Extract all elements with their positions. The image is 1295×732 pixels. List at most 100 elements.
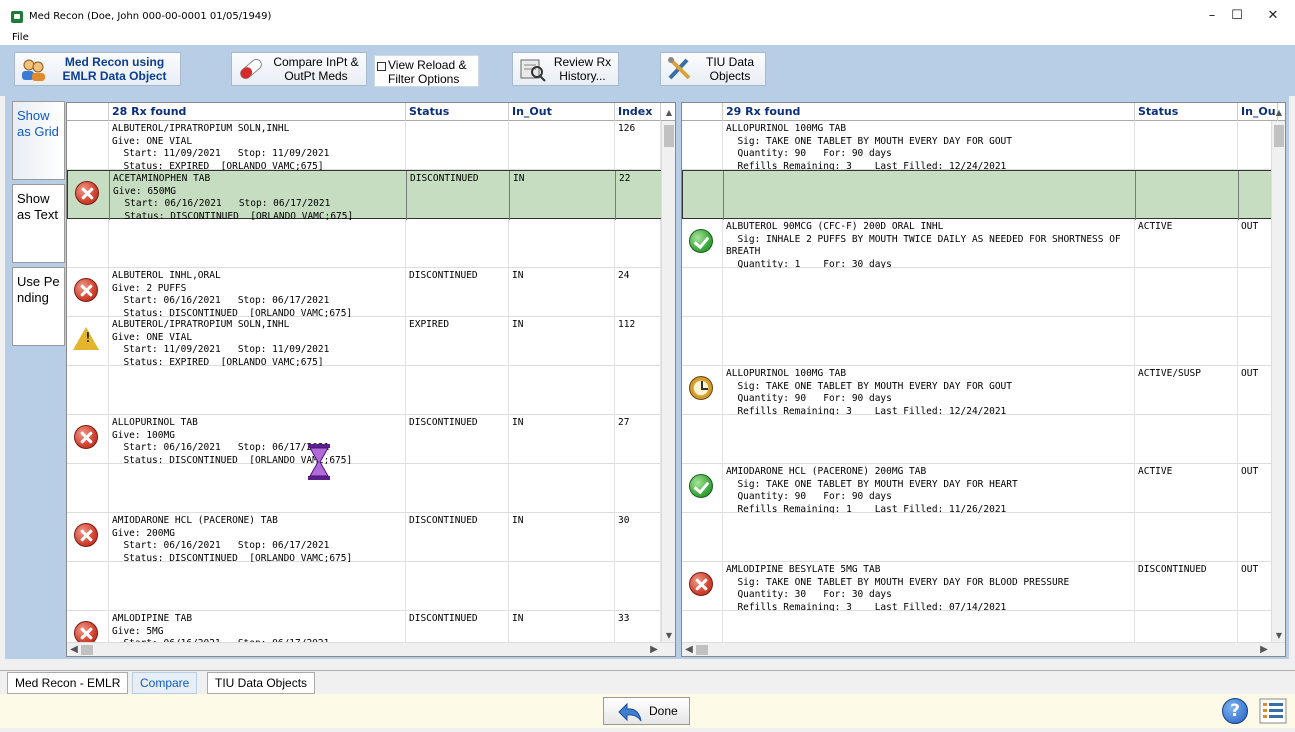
users-icon bbox=[19, 56, 49, 82]
status-cell bbox=[1135, 513, 1238, 562]
index-cell bbox=[615, 366, 661, 415]
status-cell: DISCONTINUED bbox=[1135, 562, 1238, 611]
horizontal-scrollbar[interactable]: ◀ ▶ bbox=[682, 642, 1285, 656]
status-header[interactable]: Status bbox=[1135, 103, 1238, 121]
rx-count-header[interactable]: 28 Rx found bbox=[109, 103, 406, 121]
index-cell: 22 bbox=[616, 171, 662, 220]
tab-use-pending[interactable]: Use Pending bbox=[12, 267, 65, 346]
icon-cell bbox=[67, 268, 109, 317]
bottom-tab-bar: Med Recon - EMLR Compare TIU Data Object… bbox=[0, 670, 1295, 694]
index-cell: 27 bbox=[615, 415, 661, 464]
icon-cell bbox=[67, 513, 109, 562]
menu-file[interactable]: File bbox=[12, 32, 29, 43]
tiu-data-objects-button[interactable]: TIU Data Objects bbox=[660, 52, 766, 86]
table-row[interactable]: ALBUTEROL/IPRATROPIUM SOLN,INHL Give: ON… bbox=[67, 121, 675, 170]
med-description-cell: AMIODARONE HCL (PACERONE) 200MG TAB Sig:… bbox=[723, 464, 1135, 513]
in-out-cell: IN bbox=[509, 317, 615, 366]
tab-tiu-data-objects[interactable]: TIU Data Objects bbox=[207, 672, 316, 694]
discontinued-icon bbox=[689, 572, 713, 596]
done-button[interactable]: Done bbox=[603, 697, 690, 725]
status-cell bbox=[406, 562, 509, 611]
index-cell bbox=[615, 219, 661, 268]
table-row[interactable]: ALLOPURINOL TAB Give: 100MG Start: 06/16… bbox=[67, 415, 675, 464]
status-cell bbox=[406, 464, 509, 513]
in-out-header[interactable]: In_Out bbox=[509, 103, 615, 121]
in-out-cell bbox=[509, 562, 615, 611]
menu-bar: File bbox=[0, 32, 1295, 45]
table-row[interactable]: ALBUTEROL/IPRATROPIUM SOLN,INHL Give: ON… bbox=[67, 317, 675, 366]
med-description-cell bbox=[723, 268, 1135, 317]
title-bar: Med Recon (Doe, John 000-00-0001 01/05/1… bbox=[0, 0, 1295, 32]
tab-compare[interactable]: Compare bbox=[132, 672, 198, 694]
undo-arrow-icon bbox=[617, 702, 643, 722]
icon-cell bbox=[67, 317, 109, 366]
table-row[interactable] bbox=[682, 415, 1285, 464]
status-cell bbox=[1135, 317, 1238, 366]
med-description-cell: AMIODARONE HCL (PACERONE) TAB Give: 200M… bbox=[109, 513, 406, 562]
view-reload-checkbox[interactable]: View Reload & Filter Options bbox=[374, 55, 479, 87]
status-header[interactable]: Status bbox=[406, 103, 509, 121]
maximize-button[interactable]: ☐ bbox=[1222, 6, 1252, 26]
med-recon-button[interactable]: Med Recon using EMLR Data Object bbox=[14, 52, 181, 86]
icon-cell bbox=[682, 121, 723, 170]
outpatient-meds-grid: 29 Rx found Status In_Ou ALLOPURINOL 100… bbox=[681, 102, 1286, 657]
tools-icon bbox=[665, 56, 695, 82]
table-row[interactable] bbox=[67, 366, 675, 415]
table-row[interactable] bbox=[682, 268, 1285, 317]
table-row[interactable] bbox=[67, 562, 675, 611]
table-row[interactable]: AMIODARONE HCL (PACERONE) 200MG TAB Sig:… bbox=[682, 464, 1285, 513]
table-row[interactable] bbox=[682, 170, 1285, 220]
in-out-cell bbox=[509, 219, 615, 268]
rx-count-header[interactable]: 29 Rx found bbox=[723, 103, 1135, 121]
review-rx-label: Review Rx History... bbox=[553, 55, 612, 83]
table-row[interactable]: ALLOPURINOL 100MG TAB Sig: TAKE ONE TABL… bbox=[682, 366, 1285, 415]
table-row[interactable]: ALLOPURINOL 100MG TAB Sig: TAKE ONE TABL… bbox=[682, 121, 1285, 170]
vertical-scrollbar[interactable]: ▲ ▼ bbox=[661, 108, 675, 642]
table-row[interactable]: ACETAMINOPHEN TAB Give: 650MG Start: 06/… bbox=[67, 170, 675, 220]
tab-label: Show as Text bbox=[17, 191, 58, 222]
table-row[interactable] bbox=[67, 219, 675, 268]
window-title: Med Recon (Doe, John 000-00-0001 01/05/1… bbox=[29, 11, 272, 22]
status-cell bbox=[1135, 121, 1238, 170]
tab-show-as-grid[interactable]: Show as Grid bbox=[12, 101, 65, 180]
help-button[interactable]: ? bbox=[1222, 698, 1248, 724]
tab-label: Show as Grid bbox=[17, 108, 59, 139]
inpatient-meds-grid: 28 Rx found Status In_Out Index ALBUTERO… bbox=[66, 102, 676, 657]
index-header[interactable]: Index bbox=[615, 103, 661, 121]
table-row[interactable] bbox=[682, 317, 1285, 366]
med-description-cell bbox=[723, 513, 1135, 562]
table-row[interactable] bbox=[682, 513, 1285, 562]
suspended-clock-icon bbox=[689, 376, 713, 400]
icon-cell bbox=[682, 219, 723, 268]
status-cell: DISCONTINUED bbox=[406, 513, 509, 562]
table-row[interactable] bbox=[67, 464, 675, 513]
discontinued-icon bbox=[75, 181, 99, 205]
review-rx-history-button[interactable]: Review Rx History... bbox=[512, 52, 619, 86]
in-out-cell: IN bbox=[510, 171, 616, 220]
status-cell: DISCONTINUED bbox=[406, 415, 509, 464]
list-icon[interactable] bbox=[1259, 698, 1287, 724]
med-description-cell bbox=[109, 464, 406, 513]
index-cell: 112 bbox=[615, 317, 661, 366]
table-row[interactable]: AMIODARONE HCL (PACERONE) TAB Give: 200M… bbox=[67, 513, 675, 562]
vertical-scrollbar[interactable]: ▲ ▼ bbox=[1271, 108, 1285, 642]
close-button[interactable]: ✕ bbox=[1258, 6, 1288, 26]
table-row[interactable]: ALBUTEROL INHL,ORAL Give: 2 PUFFS Start:… bbox=[67, 268, 675, 317]
status-cell bbox=[406, 121, 509, 170]
horizontal-scrollbar[interactable]: ◀ ▶ bbox=[67, 642, 675, 656]
table-row[interactable]: ALBUTEROL 90MCG (CFC-F) 200D ORAL INHL S… bbox=[682, 219, 1285, 268]
icon-cell bbox=[682, 464, 723, 513]
icon-cell bbox=[682, 366, 723, 415]
active-check-icon bbox=[689, 229, 713, 253]
table-row[interactable]: AMLODIPINE BESYLATE 5MG TAB Sig: TAKE ON… bbox=[682, 562, 1285, 611]
status-cell bbox=[1136, 171, 1239, 220]
discontinued-icon bbox=[74, 523, 98, 547]
checkbox-box[interactable] bbox=[377, 62, 386, 71]
tab-show-as-text[interactable]: Show as Text bbox=[12, 184, 65, 263]
icon-cell bbox=[68, 171, 110, 220]
compare-meds-button[interactable]: Compare InPt & OutPt Meds bbox=[231, 52, 367, 86]
tab-med-recon-emlr[interactable]: Med Recon - EMLR bbox=[7, 672, 129, 694]
icon-cell bbox=[683, 171, 724, 220]
icon-cell bbox=[67, 121, 109, 170]
status-cell: EXPIRED bbox=[406, 317, 509, 366]
